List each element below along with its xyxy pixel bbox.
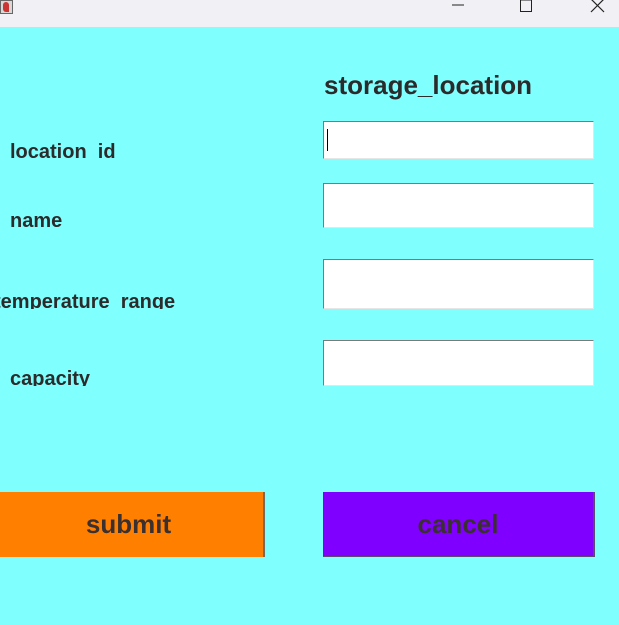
minimize-icon (452, 4, 464, 6)
close-icon (590, 0, 605, 13)
maximize-button[interactable] (506, 0, 546, 14)
form-title: storage_location (324, 70, 533, 100)
feather-icon (3, 2, 9, 12)
capacity-label: capacity (10, 368, 91, 386)
title-bar (0, 0, 619, 27)
cancel-button[interactable]: cancel (323, 492, 595, 557)
maximize-icon (520, 0, 532, 12)
text-caret (327, 129, 328, 151)
app-icon (0, 0, 13, 14)
close-button[interactable] (578, 0, 618, 14)
name-input[interactable] (323, 183, 594, 228)
location-id-input[interactable] (323, 121, 594, 159)
app-window: storage_location location id name temper… (0, 0, 619, 625)
name-label: name (10, 210, 63, 232)
location-id-label: location id (10, 141, 116, 163)
capacity-input[interactable] (323, 340, 594, 386)
temperature-range-label: temperature range (0, 291, 176, 309)
submit-button[interactable]: submit (0, 492, 265, 557)
minimize-button[interactable] (438, 0, 478, 14)
temperature-range-input[interactable] (323, 259, 594, 309)
